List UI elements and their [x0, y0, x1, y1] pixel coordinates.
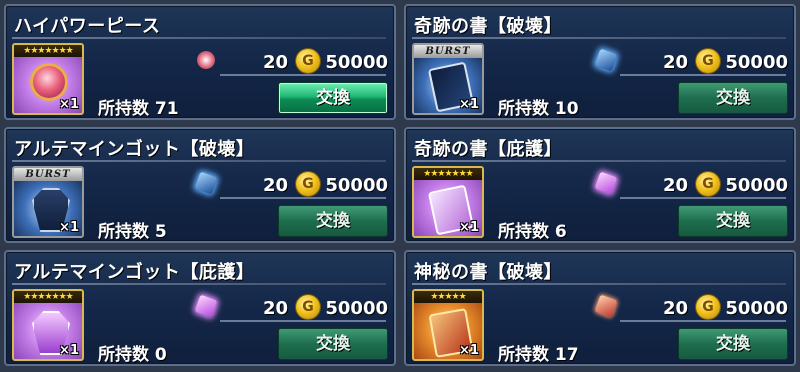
cost-item-icon — [592, 169, 620, 197]
exchange-button[interactable]: 交換 — [678, 205, 788, 237]
burst-badge: BURST — [414, 45, 482, 58]
cost-price: 50000 — [725, 52, 788, 73]
item-thumbnail: ★★★★★★★ ×1 — [412, 166, 484, 238]
divider — [220, 74, 386, 76]
item-title: アルテマインゴット【庇護】 — [14, 262, 255, 283]
cost-count: 20 — [262, 52, 288, 73]
divider — [12, 283, 386, 285]
power-piece-icon — [30, 63, 68, 101]
item-thumbnail: BURST ×1 — [12, 166, 84, 238]
item-quantity: ×1 — [59, 220, 79, 235]
gil-coin-icon: G — [296, 295, 320, 319]
owned-count: 所持数 6 — [498, 222, 567, 242]
cost-item-icon — [592, 46, 620, 74]
exchange-button[interactable]: 交換 — [678, 82, 788, 114]
item-title: 神秘の書【破壊】 — [414, 262, 562, 283]
divider — [12, 37, 386, 39]
cost-item-icon — [592, 292, 620, 320]
rarity-stars: ★★★★★ — [414, 291, 482, 303]
item-quantity: ×1 — [459, 220, 479, 235]
exchange-button[interactable]: 交換 — [278, 205, 388, 237]
cost-price: 50000 — [725, 175, 788, 196]
gil-coin-icon: G — [696, 295, 720, 319]
exchange-button[interactable]: 交換 — [278, 82, 388, 114]
cost-count: 20 — [662, 298, 688, 319]
exchange-grid: ハイパワーピース ★★★★★★★ ×1 20 G 50000 所持数 71 交換… — [0, 0, 800, 372]
owned-count: 所持数 17 — [498, 345, 579, 365]
divider — [412, 37, 786, 39]
divider — [12, 160, 386, 162]
exchange-card: ハイパワーピース ★★★★★★★ ×1 20 G 50000 所持数 71 交換 — [4, 4, 396, 120]
cost-count: 20 — [262, 298, 288, 319]
item-quantity: ×1 — [59, 343, 79, 358]
exchange-card: アルテマインゴット【庇護】 ★★★★★★★ ×1 20 G 50000 所持数 … — [4, 250, 396, 366]
divider — [620, 74, 786, 76]
gil-coin-icon: G — [696, 49, 720, 73]
cost-price: 50000 — [325, 298, 388, 319]
divider — [620, 197, 786, 199]
cost-price: 50000 — [325, 52, 388, 73]
item-title: ハイパワーピース — [14, 16, 161, 37]
exchange-button[interactable]: 交換 — [278, 328, 388, 360]
owned-count: 所持数 5 — [98, 222, 167, 242]
rarity-stars: ★★★★★★★ — [414, 168, 482, 180]
cost-price: 50000 — [725, 298, 788, 319]
cost-count: 20 — [662, 52, 688, 73]
cost-price: 50000 — [325, 175, 388, 196]
gil-coin-icon: G — [296, 172, 320, 196]
item-title: 奇跡の書【破壊】 — [414, 16, 562, 37]
rarity-stars: ★★★★★★★ — [14, 45, 82, 57]
item-thumbnail: ★★★★★★★ ×1 — [12, 43, 84, 115]
exchange-card: アルテマインゴット【破壊】 BURST ×1 20 G 50000 所持数 5 … — [4, 127, 396, 243]
item-thumbnail: ★★★★★★★ ×1 — [12, 289, 84, 361]
divider — [620, 320, 786, 322]
divider — [412, 160, 786, 162]
divider — [220, 197, 386, 199]
gil-coin-icon: G — [296, 49, 320, 73]
exchange-card: 神秘の書【破壊】 ★★★★★ ×1 20 G 50000 所持数 17 交換 — [404, 250, 796, 366]
owned-count: 所持数 0 — [98, 345, 167, 365]
cost-item-icon — [192, 169, 220, 197]
burst-badge: BURST — [14, 168, 82, 181]
item-quantity: ×1 — [59, 97, 79, 112]
item-thumbnail: ★★★★★ ×1 — [412, 289, 484, 361]
rarity-stars: ★★★★★★★ — [14, 291, 82, 303]
owned-count: 所持数 71 — [98, 99, 179, 119]
item-title: 奇跡の書【庇護】 — [414, 139, 562, 160]
item-quantity: ×1 — [459, 97, 479, 112]
owned-count: 所持数 10 — [498, 99, 579, 119]
cost-item-icon — [192, 46, 220, 74]
gil-coin-icon: G — [696, 172, 720, 196]
exchange-card: 奇跡の書【庇護】 ★★★★★★★ ×1 20 G 50000 所持数 6 交換 — [404, 127, 796, 243]
item-title: アルテマインゴット【破壊】 — [14, 139, 255, 160]
divider — [220, 320, 386, 322]
cost-count: 20 — [662, 175, 688, 196]
divider — [412, 283, 786, 285]
exchange-card: 奇跡の書【破壊】 BURST ×1 20 G 50000 所持数 10 交換 — [404, 4, 796, 120]
item-quantity: ×1 — [459, 343, 479, 358]
exchange-button[interactable]: 交換 — [678, 328, 788, 360]
cost-item-icon — [192, 292, 220, 320]
cost-count: 20 — [262, 175, 288, 196]
item-thumbnail: BURST ×1 — [412, 43, 484, 115]
